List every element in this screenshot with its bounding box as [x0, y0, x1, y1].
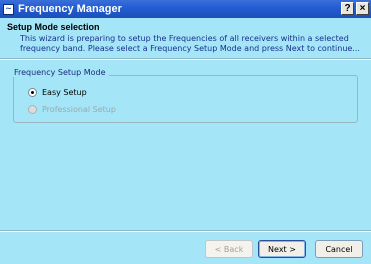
- groupbox-label: Frequency Setup Mode: [11, 68, 109, 77]
- easy-setup-radio[interactable]: [28, 88, 37, 97]
- close-button[interactable]: ×: [356, 2, 369, 15]
- help-button[interactable]: ?: [341, 2, 354, 15]
- easy-setup-option[interactable]: Easy Setup: [28, 88, 87, 97]
- professional-setup-option[interactable]: Professional Setup: [28, 105, 116, 114]
- frequency-manager-window: ~ Frequency Manager ? × Setup Mode selec…: [0, 0, 371, 264]
- easy-setup-label: Easy Setup: [42, 88, 87, 97]
- professional-setup-radio[interactable]: [28, 105, 37, 114]
- window-title: Frequency Manager: [18, 3, 122, 15]
- page-title: Setup Mode selection: [7, 22, 100, 32]
- page-description: This wizard is preparing to setup the Fr…: [20, 34, 360, 53]
- app-icon: ~: [3, 3, 14, 15]
- setup-mode-groupbox: [13, 75, 358, 123]
- title-bar[interactable]: ~ Frequency Manager ? ×: [0, 0, 371, 18]
- header-divider: [0, 58, 371, 60]
- back-button[interactable]: < Back: [205, 240, 253, 258]
- wizard-header: Setup Mode selection This wizard is prep…: [0, 18, 371, 58]
- cancel-button[interactable]: Cancel: [315, 240, 363, 258]
- next-button[interactable]: Next >: [258, 240, 306, 258]
- professional-setup-label: Professional Setup: [42, 105, 116, 114]
- footer-divider: [0, 230, 371, 232]
